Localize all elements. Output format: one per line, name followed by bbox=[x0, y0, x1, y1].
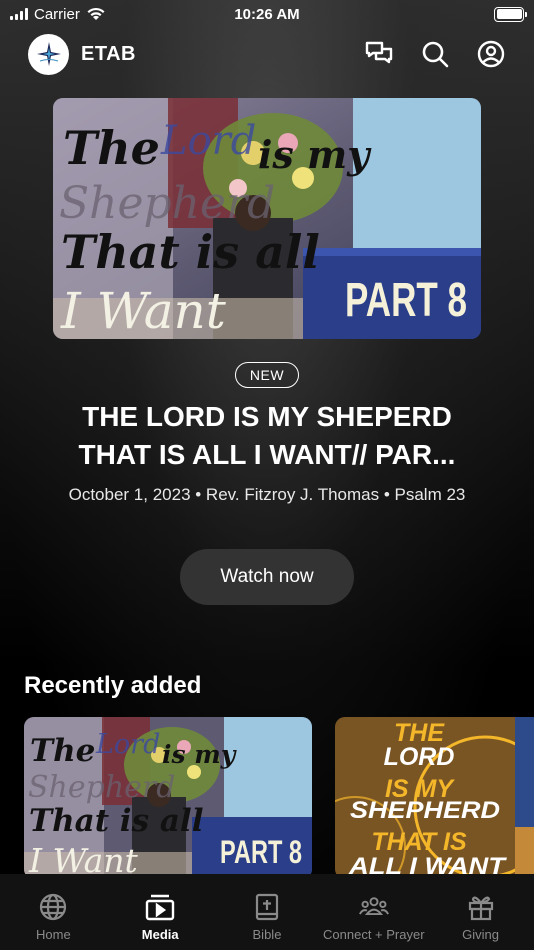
church-logo bbox=[28, 33, 69, 75]
tab-connect-prayer-label: Connect + Prayer bbox=[323, 927, 425, 942]
card1-line-lord: Lord bbox=[95, 729, 160, 760]
header-actions bbox=[364, 39, 506, 69]
tab-bible-label: Bible bbox=[252, 927, 282, 942]
thumb-line-shepherd: Shepherd bbox=[59, 178, 275, 229]
app-name: ETAB bbox=[81, 42, 136, 65]
tab-giving-label: Giving bbox=[462, 927, 499, 942]
tab-media-label: Media bbox=[141, 927, 179, 942]
tab-bar: Home Media Bible Connect + Prayer Giving bbox=[0, 874, 534, 950]
media-card[interactable]: THE LORD IS MY SHEPHERD THAT IS ALL I WA… bbox=[335, 717, 534, 879]
card2-line5: THAT IS bbox=[371, 828, 467, 856]
recently-added-rail[interactable]: The Lord is my Shepherd That is all I Wa… bbox=[24, 717, 534, 879]
globe-icon bbox=[38, 893, 68, 921]
wifi-icon bbox=[87, 7, 105, 20]
thumb-line-iwant: I Want bbox=[60, 282, 227, 339]
tab-home[interactable]: Home bbox=[0, 893, 106, 950]
card1-line-shepherd: Shepherd bbox=[28, 770, 175, 805]
card2-line4: SHEPHERD bbox=[350, 797, 500, 824]
thumb-line-thatisall: That is all bbox=[61, 225, 320, 279]
card1-part-label: PART 8 bbox=[220, 834, 302, 870]
new-badge: NEW bbox=[235, 362, 299, 388]
media-card[interactable]: The Lord is my Shepherd That is all I Wa… bbox=[24, 717, 312, 879]
tab-media[interactable]: Media bbox=[107, 893, 213, 950]
thumb-part-label: PART 8 bbox=[345, 274, 467, 327]
thumb-line-lord: Lord bbox=[160, 118, 256, 164]
status-left: Carrier bbox=[10, 6, 106, 23]
play-library-icon bbox=[145, 893, 175, 921]
hero-title-line2: THAT IS ALL I WANT// PAR... bbox=[78, 439, 456, 470]
hero-title[interactable]: THE LORD IS MY SHEPERD THAT IS ALL I WAN… bbox=[30, 398, 504, 474]
tab-home-label: Home bbox=[36, 927, 71, 942]
recently-added-title: Recently added bbox=[24, 672, 202, 699]
messages-icon[interactable] bbox=[364, 39, 394, 69]
signal-icon bbox=[10, 8, 28, 20]
bible-icon bbox=[252, 893, 282, 921]
hero-meta: October 1, 2023 • Rev. Fitzroy J. Thomas… bbox=[68, 485, 466, 504]
profile-icon[interactable] bbox=[476, 39, 506, 69]
card1-line-ismy: is my bbox=[162, 740, 237, 769]
tab-connect-prayer[interactable]: Connect + Prayer bbox=[321, 893, 427, 950]
thumb-line-ismy: is my bbox=[258, 132, 372, 177]
gift-icon bbox=[466, 893, 496, 921]
card1-line-thatisall: That is all bbox=[29, 803, 203, 839]
tab-bible[interactable]: Bible bbox=[214, 893, 320, 950]
search-icon[interactable] bbox=[420, 39, 450, 69]
battery-icon bbox=[494, 6, 527, 22]
watch-now-button[interactable]: Watch now bbox=[180, 549, 354, 605]
people-icon bbox=[358, 893, 389, 921]
card1-line-the: The bbox=[30, 733, 95, 769]
status-bar: Carrier 10:26 AM bbox=[0, 0, 534, 28]
hero-thumbnail[interactable]: The Lord is my Shepherd That is all I Wa… bbox=[53, 98, 481, 339]
carrier-label: Carrier bbox=[34, 5, 80, 23]
hero-title-line1: THE LORD IS MY SHEPERD bbox=[82, 401, 452, 432]
app-header: ETAB bbox=[28, 33, 506, 75]
tab-giving[interactable]: Giving bbox=[428, 893, 534, 950]
brand[interactable]: ETAB bbox=[28, 33, 136, 75]
thumb-line-the: The bbox=[63, 121, 160, 175]
card2-line2: LORD bbox=[384, 743, 455, 771]
